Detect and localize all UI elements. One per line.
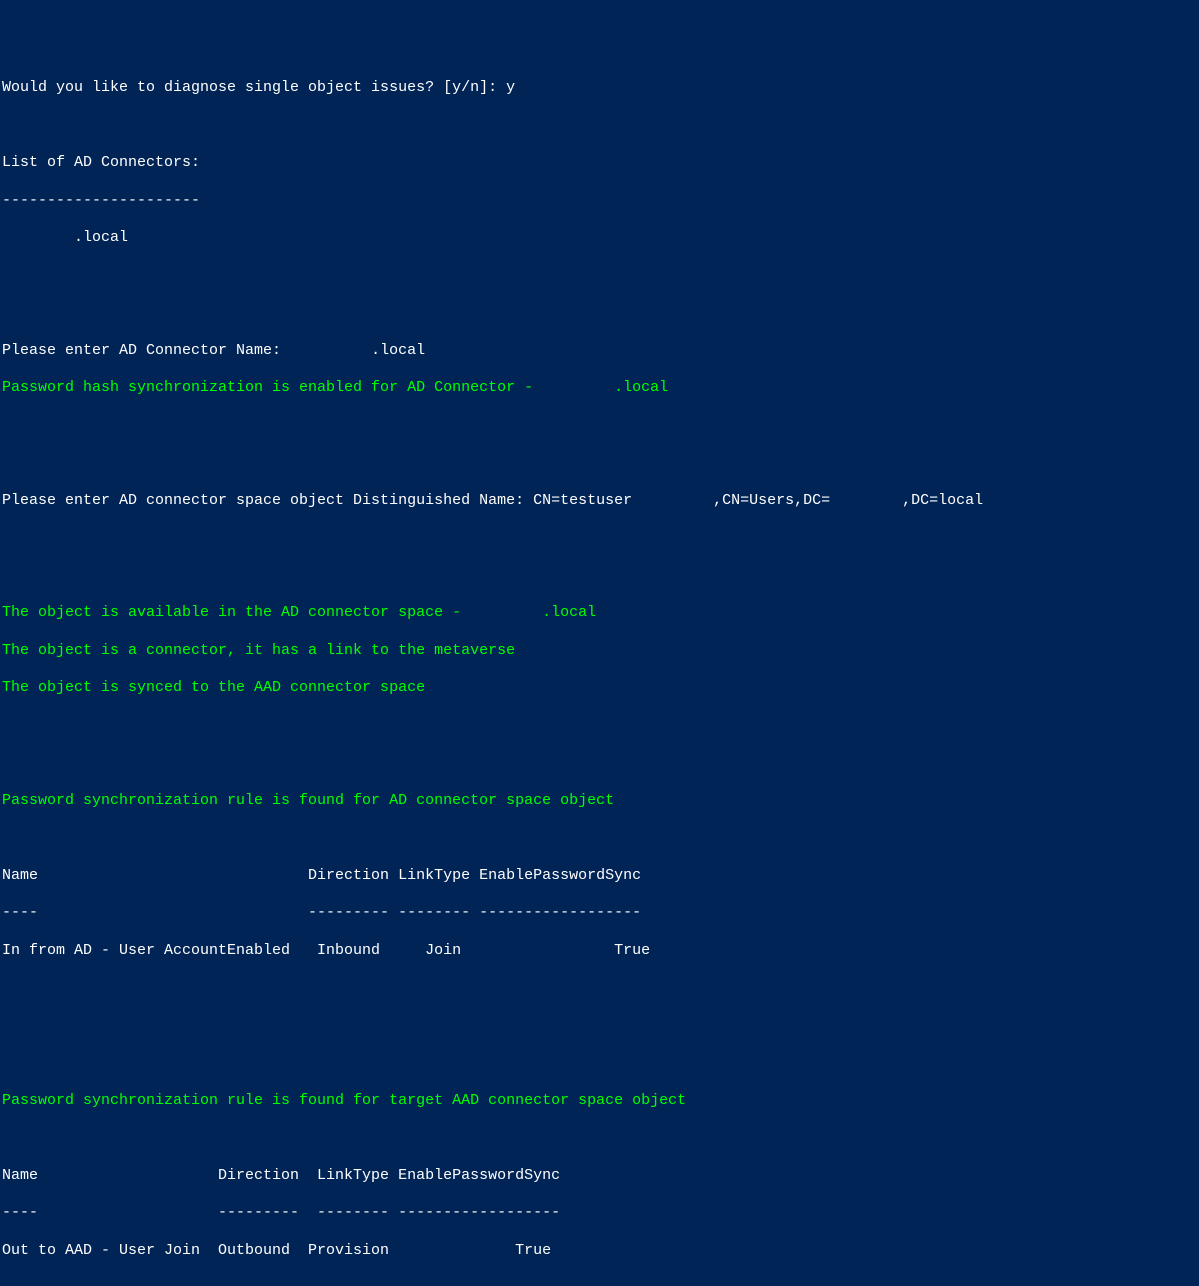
- dn-label: Please enter AD connector space object D…: [2, 492, 533, 509]
- blank-line: [2, 417, 1197, 436]
- indent: [2, 229, 74, 246]
- rule1-header: Password synchronization rule is found f…: [2, 792, 1197, 811]
- blank-line: [2, 829, 1197, 848]
- rule2-header: Password synchronization rule is found f…: [2, 1092, 1197, 1111]
- table2-divider: ---- --------- -------- ----------------…: [2, 1204, 1197, 1223]
- table2-row: Out to AAD - User Join Outbound Provisio…: [2, 1242, 1197, 1261]
- blank-line: [2, 1129, 1197, 1148]
- phs-enabled-status: Password hash synchronization is enabled…: [2, 379, 1197, 398]
- object-available-status: The object is available in the AD connec…: [2, 604, 1197, 623]
- table1-divider: ---- --------- -------- ----------------…: [2, 904, 1197, 923]
- object-synced-status: The object is synced to the AAD connecto…: [2, 679, 1197, 698]
- blank-line: [2, 304, 1197, 323]
- status-suffix: .local: [614, 379, 668, 396]
- blank-line: [2, 979, 1197, 998]
- connector-name: .local: [74, 229, 128, 246]
- terminal-output: Would you like to diagnose single object…: [2, 79, 1197, 1286]
- table1-header: Name Direction LinkType EnablePasswordSy…: [2, 867, 1197, 886]
- object-connector-status: The object is a connector, it has a link…: [2, 642, 1197, 661]
- prompt-answer: y: [506, 79, 515, 96]
- enter-dn-prompt: Please enter AD connector space object D…: [2, 492, 1197, 511]
- connectors-header: List of AD Connectors:: [2, 154, 1197, 173]
- table2-header: Name Direction LinkType EnablePasswordSy…: [2, 1167, 1197, 1186]
- status-text: The object is available in the AD connec…: [2, 604, 542, 621]
- blank-line: [2, 117, 1197, 136]
- prompt-value: .local: [371, 342, 425, 359]
- enter-connector-prompt: Please enter AD Connector Name: .local: [2, 342, 1197, 361]
- connector-item: .local: [2, 229, 1197, 248]
- status-suffix: .local: [542, 604, 596, 621]
- prompt-label: Please enter AD Connector Name:: [2, 342, 371, 359]
- blank-line: [2, 754, 1197, 773]
- table1-row: In from AD - User AccountEnabled Inbound…: [2, 942, 1197, 961]
- blank-line: [2, 529, 1197, 548]
- blank-line: [2, 1279, 1197, 1286]
- blank-line: [2, 454, 1197, 473]
- blank-line: [2, 1054, 1197, 1073]
- blank-line: [2, 717, 1197, 736]
- blank-line: [2, 567, 1197, 586]
- prompt-text: Would you like to diagnose single object…: [2, 79, 506, 96]
- connectors-divider: ----------------------: [2, 192, 1197, 211]
- blank-line: [2, 267, 1197, 286]
- diagnose-prompt: Would you like to diagnose single object…: [2, 79, 1197, 98]
- status-text: Password hash synchronization is enabled…: [2, 379, 614, 396]
- dn-value-1: CN=testuser: [533, 492, 632, 509]
- dn-value-2: ,CN=Users,DC= ,DC=local: [632, 492, 983, 509]
- blank-line: [2, 1017, 1197, 1036]
